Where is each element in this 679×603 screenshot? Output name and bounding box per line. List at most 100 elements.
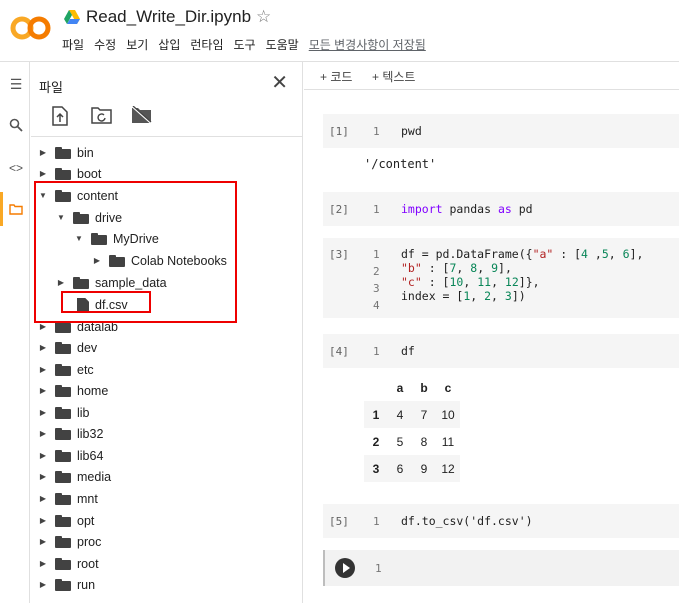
tree-item-mnt[interactable]: ▶ mnt [37,488,98,509]
line-number: 2 [373,265,380,278]
add-code-button[interactable]: + 코드 [320,68,352,85]
run-cell-button[interactable] [335,558,355,578]
table-row: 3 6 9 12 [364,455,460,482]
code-cell[interactable]: [2] 1 import pandas as pd [323,192,679,226]
tree-item-opt[interactable]: ▶ opt [37,510,94,531]
divider [31,136,303,137]
tree-item-run[interactable]: ▶ run [37,574,95,595]
tree-item-label: lib [77,405,90,420]
chevron-right-icon[interactable]: ▶ [37,429,49,438]
table-header: b [420,380,428,395]
tree-item-label: bin [77,145,94,160]
save-status[interactable]: 모든 변경사항이 저장됨 [309,36,426,53]
line-number: 1 [373,248,380,261]
dataframe-output: a b c 1 4 7 10 2 5 8 11 3 6 9 12 [364,374,460,482]
chevron-right-icon[interactable]: ▶ [37,516,49,525]
tree-item-lib32[interactable]: ▶ lib32 [37,423,104,444]
folder-icon [55,406,71,419]
table-header-row: a b c [364,374,460,401]
code-cell[interactable]: [3] 1 2 3 4 df = pd.DataFrame({"a" : [4 … [323,238,679,318]
cell-prompt: [1] [329,125,349,138]
code-icon[interactable]: <> [8,160,24,176]
chevron-right-icon[interactable]: ▶ [37,559,49,568]
tree-item-bin[interactable]: ▶ bin [37,142,94,163]
row-index: 2 [372,434,380,449]
menu-help[interactable]: 도움말 [266,36,299,53]
table-cell: 6 [396,461,404,476]
table-cell: 8 [420,434,428,449]
table-cell: 12 [441,461,455,476]
folder-icon [55,557,71,570]
table-cell: 10 [441,407,455,422]
chevron-right-icon[interactable]: ▶ [37,386,49,395]
folder-icon [55,167,71,180]
app-header: Read_Write_Dir.ipynb ☆ 파일 수정 보기 삽입 런타임 도… [0,0,679,62]
notebook-title[interactable]: Read_Write_Dir.ipynb [86,7,251,27]
active-code-cell[interactable]: 1 [323,550,679,586]
menu-view[interactable]: 보기 [126,36,148,53]
tree-item-label: opt [77,513,95,528]
search-icon[interactable] [8,118,24,134]
tree-item-home[interactable]: ▶ home [37,380,108,401]
cell-code[interactable]: import pandas as pd [401,202,533,216]
panel-title: 파일 [39,80,63,95]
close-icon[interactable]: ✕ [271,70,288,95]
tree-item-label: home [77,383,109,398]
add-text-button[interactable]: + 텍스트 [372,68,415,85]
folder-icon [55,341,71,354]
tree-item-lib[interactable]: ▶ lib [37,402,90,423]
chevron-right-icon[interactable]: ▶ [37,365,49,374]
highlight-box-df-csv [61,291,151,313]
cell-code[interactable]: df [401,344,415,358]
chevron-right-icon[interactable]: ▶ [37,580,49,589]
chevron-right-icon[interactable]: ▶ [37,148,49,157]
tree-item-dev[interactable]: ▶ dev [37,337,97,358]
chevron-right-icon[interactable]: ▶ [37,343,49,352]
folder-icon[interactable] [8,202,24,218]
folder-icon [55,492,71,505]
refresh-folder-icon[interactable] [91,106,112,126]
table-row: 2 5 8 11 [364,428,460,455]
menu-edit[interactable]: 수정 [94,36,116,53]
active-indicator [0,192,3,226]
hide-drive-icon[interactable] [131,105,152,126]
tree-item-proc[interactable]: ▶ proc [37,531,101,552]
tree-item-media[interactable]: ▶ media [37,466,111,487]
cell-prompt: [4] [329,345,349,358]
notebook-toolbar: + 코드 + 텍스트 [304,62,679,90]
chevron-right-icon[interactable]: ▶ [37,169,49,178]
code-cell[interactable]: [4] 1 df [323,334,679,368]
menu-insert[interactable]: 삽입 [158,36,180,53]
menu-tools[interactable]: 도구 [234,36,256,53]
chevron-right-icon[interactable]: ▶ [37,494,49,503]
line-number: 1 [373,203,380,216]
code-cell[interactable]: [1] 1 pwd [323,114,679,148]
cell-code[interactable]: pwd [401,124,422,138]
chevron-right-icon[interactable]: ▶ [37,472,49,481]
table-header: a [396,380,404,395]
cell-code[interactable]: df = pd.DataFrame({"a" : [4 ,5, 6], "b" … [401,247,643,303]
menu-file[interactable]: 파일 [62,36,84,53]
cell-prompt: [2] [329,203,349,216]
folder-icon [55,427,71,440]
folder-icon [55,514,71,527]
tree-item-etc[interactable]: ▶ etc [37,359,94,380]
table-row: 1 4 7 10 [364,401,460,428]
upload-icon[interactable] [51,106,71,126]
chevron-right-icon[interactable]: ▶ [37,408,49,417]
chevron-right-icon[interactable]: ▶ [37,451,49,460]
menu-icon[interactable]: ☰ [8,76,24,92]
colab-logo[interactable] [10,12,52,44]
tree-item-label: dev [77,340,98,355]
folder-icon [55,449,71,462]
chevron-right-icon[interactable]: ▶ [37,537,49,546]
folder-icon [55,578,71,591]
chevron-right-icon[interactable]: ▶ [37,322,49,331]
cell-code[interactable]: df.to_csv('df.csv') [401,514,533,528]
code-cell[interactable]: [5] 1 df.to_csv('df.csv') [323,504,679,538]
cell-output: '/content' [364,157,437,171]
menu-runtime[interactable]: 런타임 [190,36,223,53]
star-icon[interactable]: ☆ [256,7,271,27]
tree-item-root[interactable]: ▶ root [37,553,99,574]
tree-item-lib64[interactable]: ▶ lib64 [37,445,104,466]
